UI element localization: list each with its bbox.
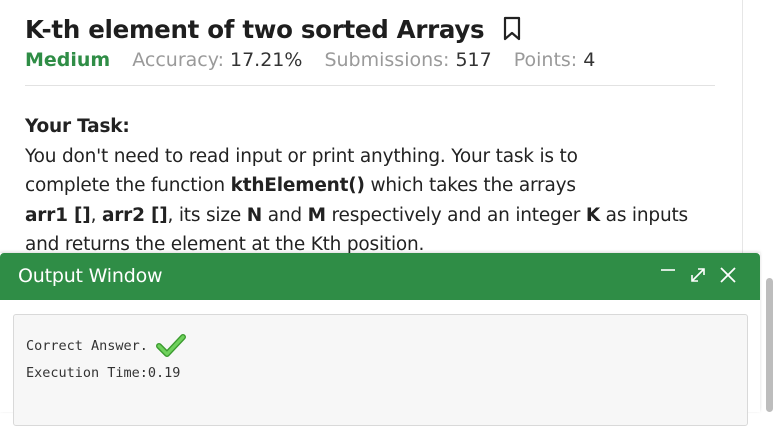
problem-title: K-th element of two sorted Arrays xyxy=(25,14,485,44)
bookmark-icon[interactable] xyxy=(502,16,522,42)
title-row: K-th element of two sorted Arrays xyxy=(25,10,522,48)
minimize-icon[interactable] xyxy=(658,265,678,285)
task-line-3-end: as inputs xyxy=(600,204,688,226)
header-divider xyxy=(25,85,715,86)
m-param: M xyxy=(307,204,326,226)
task-line-2-pre: complete the function xyxy=(25,175,231,196)
submissions-stat: Submissions: 517 xyxy=(324,49,491,71)
task-line-3-mid: , its size xyxy=(167,204,247,226)
submissions-label: Submissions: xyxy=(324,49,450,71)
points-stat: Points: 4 xyxy=(514,49,596,71)
task-heading: Your Task: xyxy=(25,116,130,137)
expand-icon[interactable] xyxy=(688,265,708,285)
output-window-title: Output Window xyxy=(18,265,163,287)
output-console: Correct Answer. Execution Time:0.19 xyxy=(13,314,748,426)
check-icon xyxy=(155,333,186,359)
task-line-1: You don't need to read input or print an… xyxy=(25,145,578,167)
task-line-3-and: and xyxy=(262,204,308,226)
panel-divider xyxy=(742,0,743,260)
output-window: Output Window Correct Answer. Execution … xyxy=(0,253,760,426)
result-line: Correct Answer. xyxy=(26,333,186,359)
k-param: K xyxy=(585,204,600,226)
accuracy-value: 17.21% xyxy=(230,49,303,71)
close-icon[interactable] xyxy=(718,265,738,285)
result-text: Correct Answer. xyxy=(26,338,148,354)
accuracy-stat: Accuracy: 17.21% xyxy=(132,49,302,71)
points-label: Points: xyxy=(513,49,578,71)
n-param: N xyxy=(246,204,263,226)
task-line-3: arr1 [], arr2 [], its size N and M respe… xyxy=(25,201,730,231)
execution-time: Execution Time:0.19 xyxy=(26,365,181,381)
task-line-2: complete the function kthElement() which… xyxy=(25,171,730,201)
function-name: kthElement() xyxy=(230,175,365,196)
output-window-header: Output Window xyxy=(0,253,760,300)
submissions-value: 517 xyxy=(455,49,492,71)
arr1-param: arr1 [] xyxy=(25,204,91,226)
window-controls xyxy=(648,265,738,285)
difficulty-label: Medium xyxy=(25,49,111,71)
accuracy-label: Accuracy: xyxy=(132,49,224,71)
problem-meta: Medium Accuracy: 17.21% Submissions: 517 P… xyxy=(25,44,617,76)
points-value: 4 xyxy=(583,49,596,71)
task-line-3-resp: respectively and an integer xyxy=(325,204,586,226)
arr2-param: arr2 [] xyxy=(101,204,168,226)
scrollbar-thumb[interactable] xyxy=(766,278,773,412)
task-line-2-post: which takes the arrays xyxy=(364,175,576,196)
task-line-3-sep: , xyxy=(90,204,102,226)
task-description: Your Task: You don't need to read input … xyxy=(25,112,730,260)
